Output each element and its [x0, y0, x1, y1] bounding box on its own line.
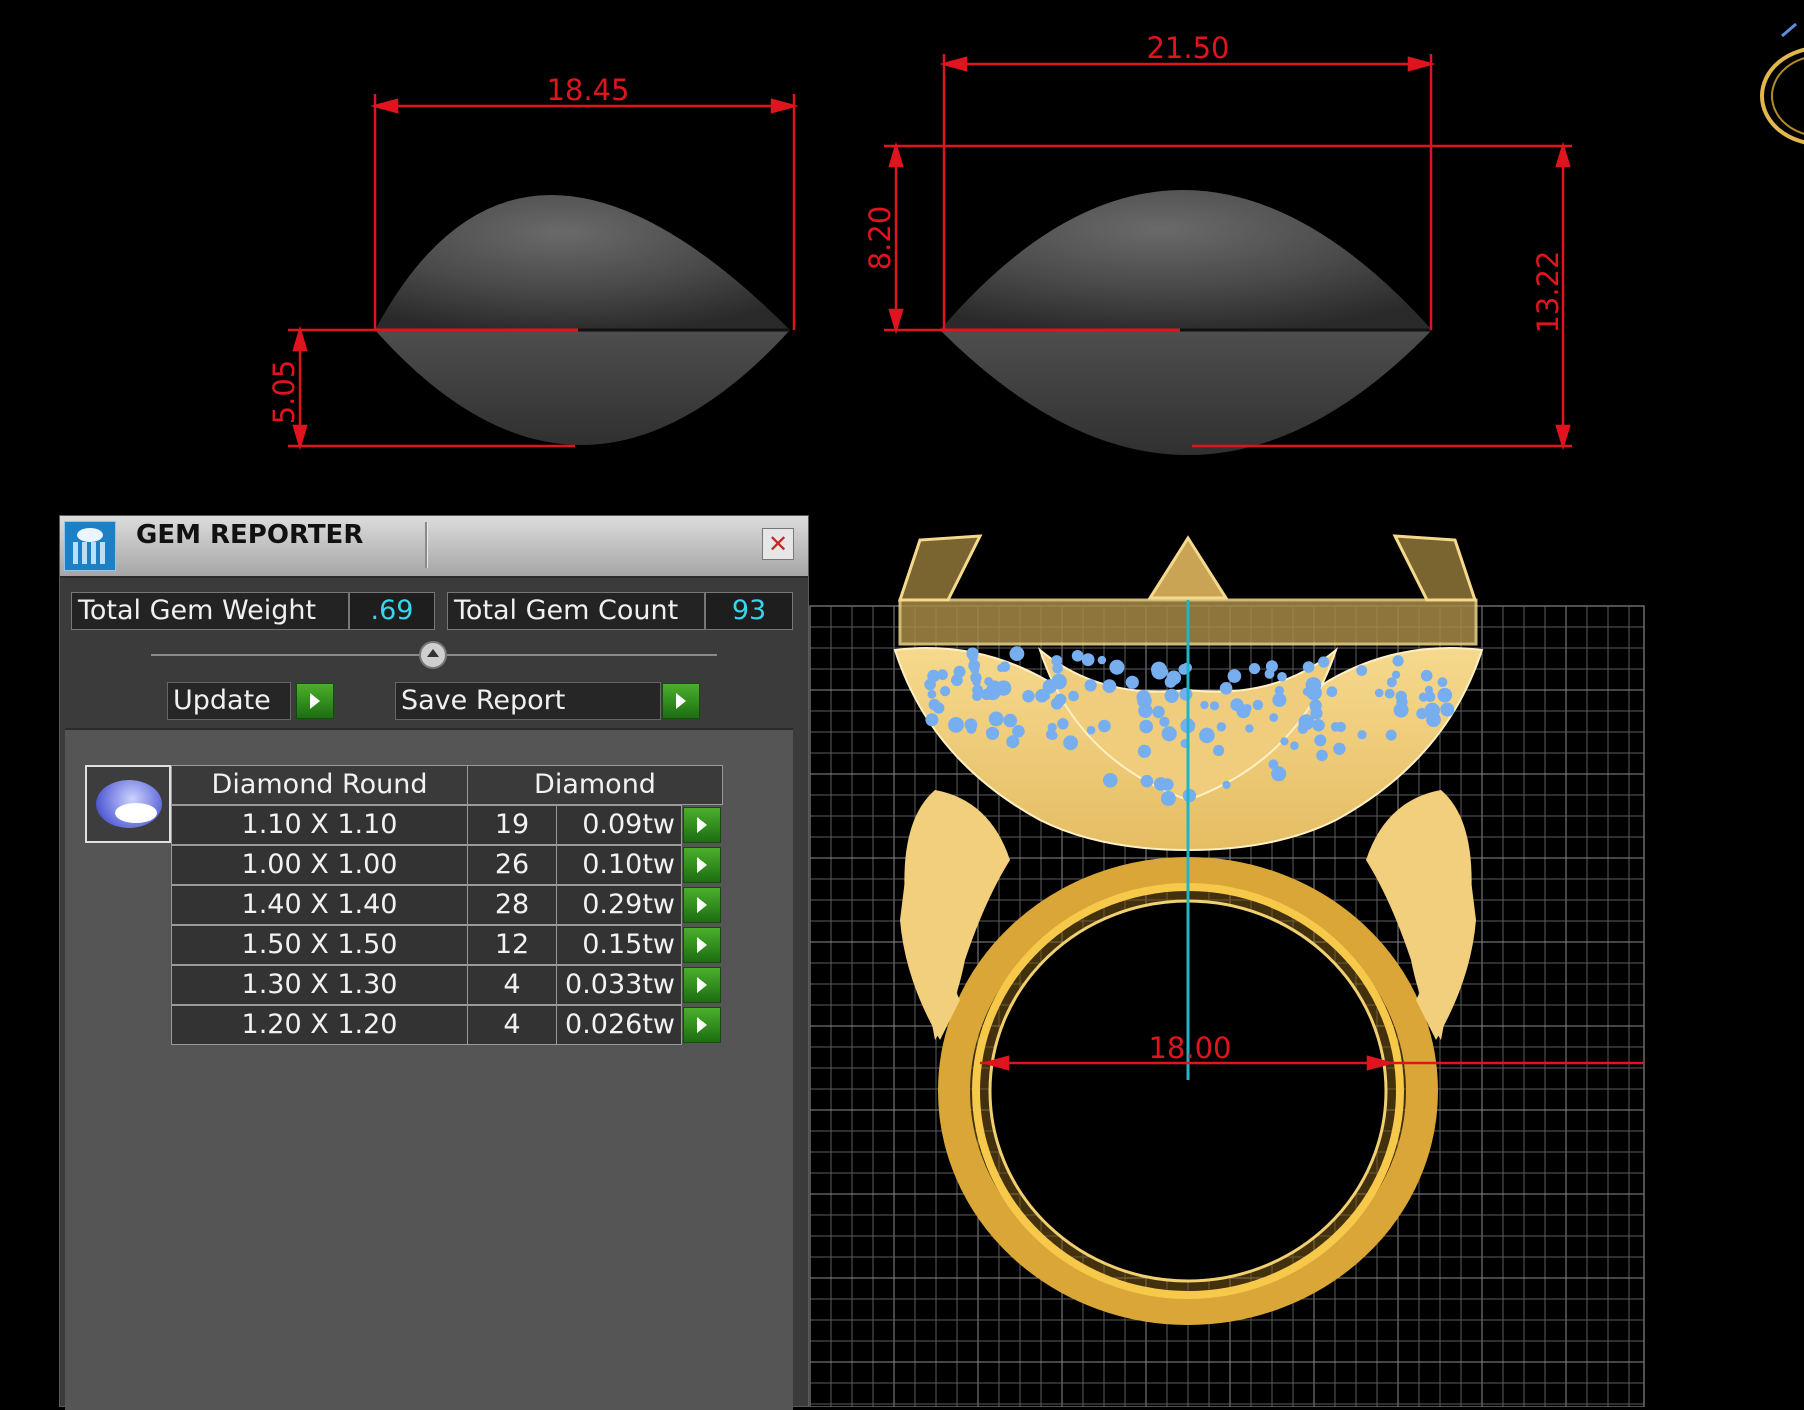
gem-size: 1.30 X 1.30 [171, 965, 468, 1005]
close-icon: ✕ [767, 530, 789, 558]
table-header: Diamond Round Diamond [171, 765, 723, 805]
gem-size: 1.40 X 1.40 [171, 885, 468, 925]
gem-count: 4 [467, 965, 557, 1005]
gem-count: 19 [467, 805, 557, 845]
gem-reporter-app-icon [64, 521, 116, 571]
total-gem-weight-value: .69 [349, 592, 435, 630]
header-shape: Diamond Round [171, 765, 468, 805]
header-material: Diamond [467, 765, 723, 805]
row-select-icon[interactable] [683, 967, 721, 1003]
title-divider [425, 522, 428, 568]
row-select-icon[interactable] [683, 807, 721, 843]
gem-weight: 0.29tw [556, 885, 682, 925]
gem-size: 1.00 X 1.00 [171, 845, 468, 885]
gem-weight: 0.026tw [556, 1005, 682, 1045]
gem-count: 4 [467, 1005, 557, 1045]
panel-title-bar[interactable]: GEM REPORTER ✕ [60, 516, 808, 578]
gem-count: 28 [467, 885, 557, 925]
table-row[interactable]: 1.10 X 1.10 19 0.09tw [171, 805, 723, 845]
table-row[interactable]: 1.30 X 1.30 4 0.033tw [171, 965, 723, 1005]
row-select-icon[interactable] [683, 1007, 721, 1043]
table-row[interactable]: 1.20 X 1.20 4 0.026tw [171, 1005, 723, 1045]
row-select-icon[interactable] [683, 927, 721, 963]
gem-size: 1.10 X 1.10 [171, 805, 468, 845]
save-report-button[interactable]: Save Report [395, 682, 661, 720]
update-go-icon[interactable] [296, 683, 334, 719]
dimension-left-height-label: 5.05 [267, 360, 301, 425]
gem-weight: 0.033tw [556, 965, 682, 1005]
dimension-left-width-label: 18.45 [546, 73, 629, 107]
table-row[interactable]: 1.00 X 1.00 26 0.10tw [171, 845, 723, 885]
gem-weight: 0.09tw [556, 805, 682, 845]
dimension-right-crown-label: 8.20 [863, 206, 897, 271]
total-gem-count-value: 93 [705, 592, 793, 630]
dimension-right-total-label: 13.22 [1531, 250, 1565, 333]
diamond-round-icon[interactable] [85, 765, 171, 843]
total-gem-count-label: Total Gem Count [447, 592, 705, 630]
collapse-toggle-button[interactable] [419, 641, 447, 669]
gem-report-list: Diamond Round Diamond 1.10 X 1.10 19 0.0… [65, 728, 793, 1410]
update-button[interactable]: Update [167, 682, 291, 720]
table-row[interactable]: 1.50 X 1.50 12 0.15tw [171, 925, 723, 965]
gem-count: 26 [467, 845, 557, 885]
stone-right-render [940, 190, 1432, 455]
gem-size: 1.50 X 1.50 [171, 925, 468, 965]
save-report-go-icon[interactable] [662, 683, 700, 719]
gem-weight: 0.15tw [556, 925, 682, 965]
row-select-icon[interactable] [683, 887, 721, 923]
gem-weight: 0.10tw [556, 845, 682, 885]
dimension-right-width-label: 21.50 [1146, 31, 1229, 65]
row-select-icon[interactable] [683, 847, 721, 883]
gem-count: 12 [467, 925, 557, 965]
panel-title: GEM REPORTER [136, 520, 364, 550]
ring-thumbnail[interactable] [1760, 22, 1804, 145]
gem-size: 1.20 X 1.20 [171, 1005, 468, 1045]
gem-reporter-panel: GEM REPORTER ✕ Total Gem Weight .69 Tota… [59, 515, 809, 1410]
close-button[interactable]: ✕ [762, 528, 794, 560]
total-gem-weight-label: Total Gem Weight [71, 592, 349, 630]
stone-left-render [375, 195, 790, 445]
dimension-ring-diameter-label: 18.00 [1148, 1031, 1231, 1065]
table-row[interactable]: 1.40 X 1.40 28 0.29tw [171, 885, 723, 925]
